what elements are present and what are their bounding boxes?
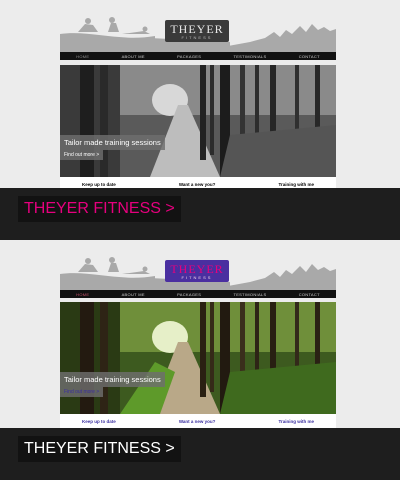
- hero-caption: Tailor made training sessions: [60, 372, 165, 387]
- project-title-link[interactable]: THEYER FITNESS >: [18, 436, 181, 462]
- logo-subtitle: FITNESS: [181, 34, 213, 40]
- nav-home[interactable]: HOME: [76, 54, 89, 59]
- logo-name: THEYER: [170, 261, 224, 276]
- forest-path-photo: [60, 302, 336, 414]
- preview-panel-grayscale: THEYER FITNESS HOME ABOUT ME PACKAGES TE…: [0, 0, 400, 240]
- find-out-more-link[interactable]: Find out more >: [60, 150, 104, 160]
- logo-subtitle: FITNESS: [181, 274, 213, 280]
- project-title-link[interactable]: THEYER FITNESS >: [18, 196, 181, 222]
- column-want-new-you[interactable]: Want a new you?: [179, 182, 216, 187]
- column-keep-up-to-date[interactable]: Keep up to date: [82, 419, 116, 424]
- hero-caption: Tailor made training sessions: [60, 135, 165, 150]
- column-want-new-you[interactable]: Want a new you?: [179, 419, 216, 424]
- site-nav: HOME ABOUT ME PACKAGES TESTIMONIALS CONT…: [60, 290, 336, 298]
- nav-testimonials[interactable]: TESTIMONIALS: [233, 54, 266, 59]
- nav-packages[interactable]: PACKAGES: [177, 54, 201, 59]
- nav-about[interactable]: ABOUT ME: [122, 54, 145, 59]
- feature-columns: Keep up to date Want a new you? Training…: [60, 414, 336, 428]
- site-nav: HOME ABOUT ME PACKAGES TESTIMONIALS CONT…: [60, 52, 336, 60]
- find-out-more-link[interactable]: Find out more >: [60, 387, 104, 397]
- column-training-with-me[interactable]: Training with me: [278, 419, 314, 424]
- nav-contact[interactable]: CONTACT: [299, 292, 320, 297]
- hero-image: Tailor made training sessions Find out m…: [60, 65, 336, 177]
- nav-packages[interactable]: PACKAGES: [177, 292, 201, 297]
- project-banner[interactable]: THEYER FITNESS >: [0, 428, 400, 480]
- nav-about[interactable]: ABOUT ME: [122, 292, 145, 297]
- nav-contact[interactable]: CONTACT: [299, 54, 320, 59]
- site-logo[interactable]: THEYER FITNESS: [165, 20, 229, 42]
- nav-testimonials[interactable]: TESTIMONIALS: [233, 292, 266, 297]
- nav-home[interactable]: HOME: [76, 292, 89, 297]
- column-keep-up-to-date[interactable]: Keep up to date: [82, 182, 116, 187]
- project-banner[interactable]: THEYER FITNESS >: [0, 188, 400, 240]
- column-training-with-me[interactable]: Training with me: [278, 182, 314, 187]
- logo-name: THEYER: [170, 21, 224, 36]
- forest-path-photo: [60, 65, 336, 177]
- preview-panel-color: THEYER FITNESS HOME ABOUT ME PACKAGES TE…: [0, 240, 400, 480]
- hero-image: Tailor made training sessions Find out m…: [60, 302, 336, 414]
- site-logo[interactable]: THEYER FITNESS: [165, 260, 229, 282]
